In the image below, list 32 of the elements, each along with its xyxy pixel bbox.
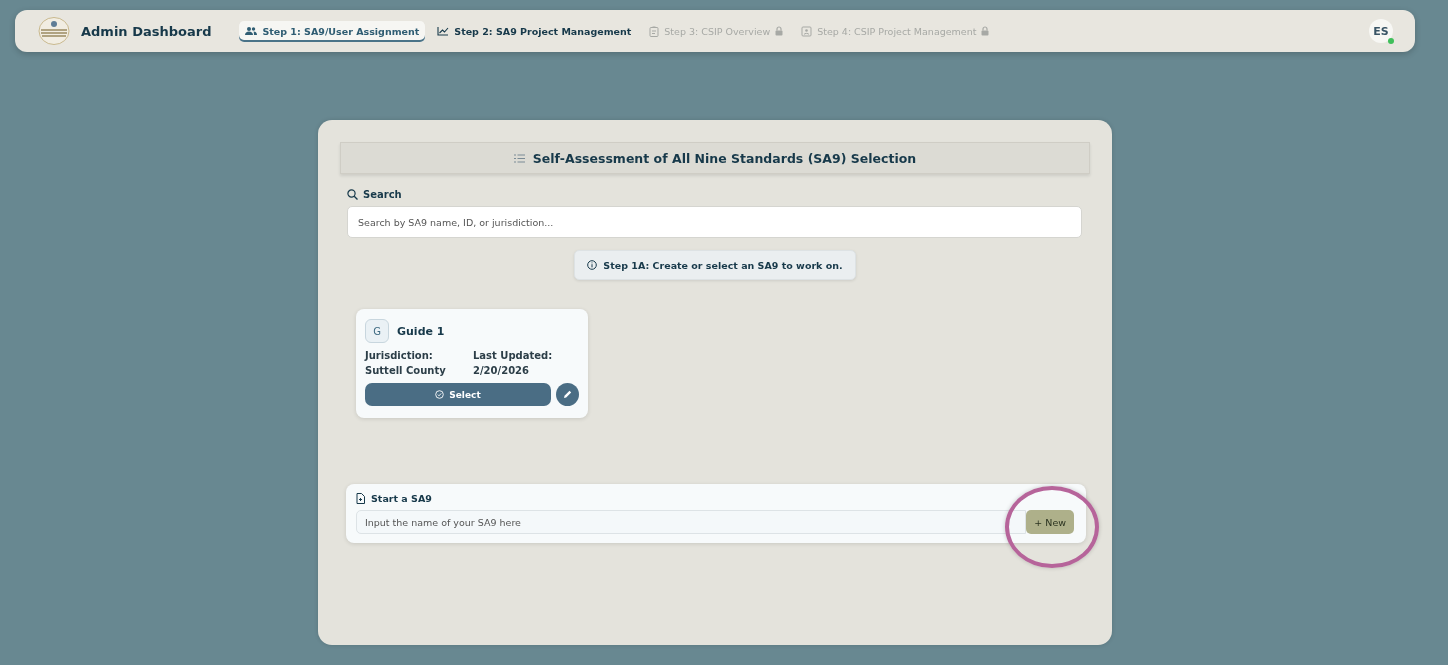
section-title: Self-Assessment of All Nine Standards (SA9) Selection — [532, 150, 917, 166]
select-button[interactable]: Select — [365, 383, 551, 406]
field-label: Jurisdiction: — [365, 350, 434, 361]
new-button[interactable]: + New — [1026, 510, 1074, 534]
clipboard-icon — [649, 25, 660, 37]
name-input-field[interactable]: Input the name of your SA9 here — [356, 510, 1027, 534]
guide-name: Guide 1 — [397, 324, 445, 338]
info-text: Step 1A: Create or select an SA9 to work on. — [603, 259, 843, 271]
app-title: Admin Dashboard — [81, 23, 212, 39]
field-value: Suttell County — [365, 365, 447, 376]
edit-button[interactable] — [556, 383, 579, 406]
check-circle-icon — [435, 390, 445, 399]
presentation-icon — [801, 25, 813, 37]
info-icon — [587, 260, 598, 270]
letter-avatar: G — [365, 319, 389, 343]
field-label: Last Updated: — [473, 350, 554, 361]
document-icon — [356, 493, 365, 504]
user-avatar[interactable]: ES — [1369, 19, 1393, 43]
users-icon — [245, 26, 258, 36]
lock-icon — [775, 26, 784, 36]
chart-icon — [437, 26, 450, 36]
step-tab[interactable]: Step 1: SA9/User Assignment — [239, 20, 426, 42]
search-label: Search — [363, 189, 402, 200]
field-value: 2/20/2026 — [473, 365, 530, 376]
lock-icon — [981, 26, 990, 36]
program-logo-icon — [37, 16, 71, 46]
start-title: Start a SA9 — [371, 493, 432, 504]
pencil-icon — [562, 389, 573, 400]
search-field[interactable]: Search by SA9 name, ID, or jurisdiction... — [347, 206, 1082, 238]
step-tab[interactable]: Step 2: SA9 Project Management — [431, 20, 638, 42]
search-icon — [347, 189, 358, 200]
list-icon — [513, 153, 525, 163]
